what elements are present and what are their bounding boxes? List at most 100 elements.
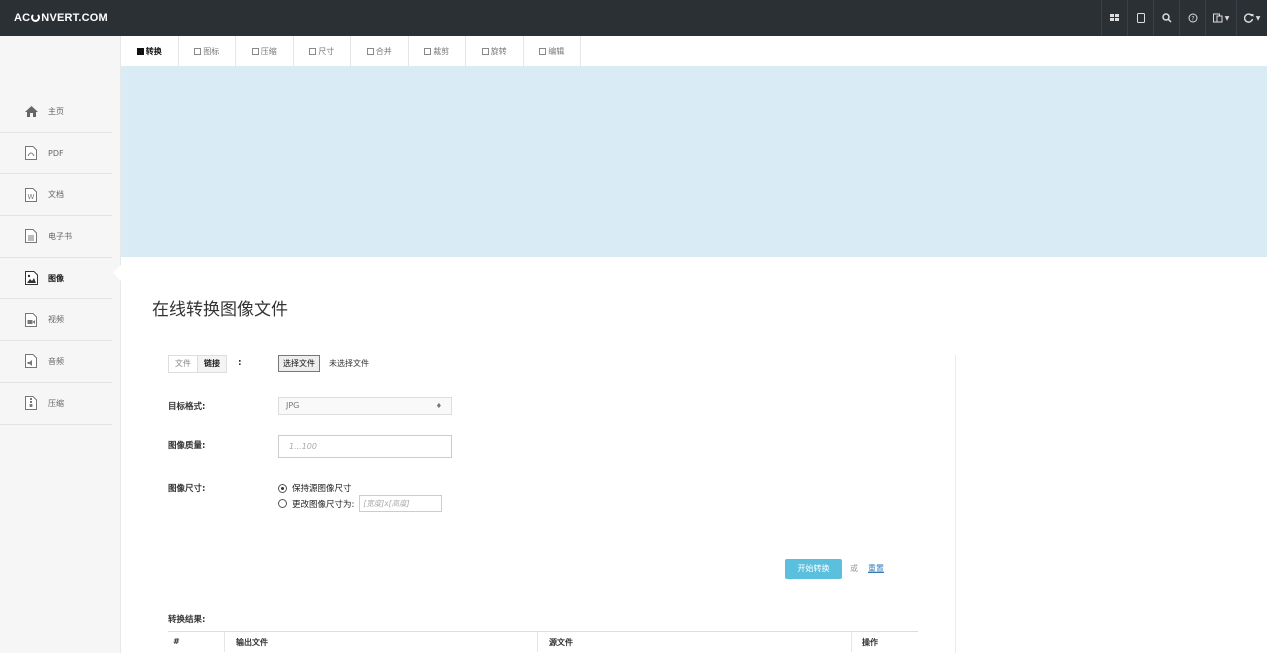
column-header-source: 源文件 bbox=[549, 638, 573, 647]
help-icon[interactable]: ? bbox=[1179, 0, 1205, 36]
reset-link[interactable]: 重置 bbox=[868, 563, 884, 574]
image-file-icon bbox=[24, 271, 38, 286]
sidebar-item-label: 主页 bbox=[48, 106, 64, 116]
tab-label: 尺寸 bbox=[318, 46, 335, 56]
quality-input[interactable]: 1...100 bbox=[278, 435, 452, 458]
svg-text:?: ? bbox=[1191, 16, 1194, 23]
page-title: 在线转换图像文件 bbox=[152, 300, 288, 320]
radio-icon bbox=[278, 499, 287, 508]
results-label: 转换结果: bbox=[168, 615, 206, 625]
column-header-index: # bbox=[173, 637, 180, 646]
checkbox-icon bbox=[481, 47, 489, 55]
radio-keep-size[interactable]: 保持源图像尺寸 bbox=[278, 482, 352, 494]
pdf-file-icon bbox=[24, 146, 38, 161]
source-toggle: 文件 链接 bbox=[168, 355, 227, 373]
home-icon bbox=[24, 104, 38, 118]
size-input[interactable]: [宽度]x[高度] bbox=[359, 495, 443, 512]
column-divider bbox=[224, 632, 225, 652]
sidebar-item-audio[interactable]: 音频 bbox=[0, 341, 112, 383]
main-content: 在线转换图像文件 文件 链接 : 选择文件 未选择文件 目标格式: JPG ♦ … bbox=[121, 257, 1267, 653]
checkbox-icon bbox=[424, 47, 432, 55]
size-label: 图像尺寸: bbox=[168, 484, 206, 494]
search-icon[interactable] bbox=[1153, 0, 1179, 36]
sidebar-item-label: 电子书 bbox=[48, 231, 72, 241]
column-header-actions: 操作 bbox=[862, 638, 878, 647]
checkbox-icon bbox=[539, 47, 547, 55]
tab-rotate[interactable]: 旋转 bbox=[466, 36, 524, 66]
logo-refresh-icon bbox=[31, 13, 41, 22]
tab-label: 转换 bbox=[145, 46, 162, 56]
sidebar-item-label: 视频 bbox=[48, 315, 64, 325]
sidebar-item-home[interactable]: 主页 bbox=[0, 91, 112, 133]
checkbox-icon bbox=[251, 47, 259, 55]
tab-convert[interactable]: 转换 bbox=[121, 36, 179, 66]
convert-form: 文件 链接 : 选择文件 未选择文件 目标格式: JPG ♦ 图像质量: 1..… bbox=[152, 355, 956, 653]
refresh-icon[interactable]: ▼ bbox=[1236, 0, 1267, 36]
tab-resize[interactable]: 尺寸 bbox=[294, 36, 351, 66]
choose-file-button[interactable]: 选择文件 bbox=[278, 355, 320, 372]
brand-prefix: AC bbox=[14, 12, 31, 24]
column-divider bbox=[851, 632, 852, 652]
sidebar-item-video[interactable]: 视频 bbox=[0, 299, 112, 342]
tab-label: 图标 bbox=[203, 46, 220, 56]
ebook-file-icon bbox=[24, 229, 38, 244]
word-file-icon: W bbox=[24, 187, 38, 202]
sidebar-item-archive[interactable]: 压缩 bbox=[0, 383, 112, 425]
source-tab-link[interactable]: 链接 bbox=[197, 356, 226, 372]
audio-file-icon bbox=[24, 354, 38, 369]
mobile-icon[interactable] bbox=[1127, 0, 1153, 36]
radio-change-label: 更改图像尺寸为: bbox=[292, 499, 355, 510]
radio-change-size[interactable]: 更改图像尺寸为: [宽度]x[高度] bbox=[278, 495, 443, 512]
quality-label: 图像质量: bbox=[168, 441, 206, 451]
svg-text:W: W bbox=[28, 193, 35, 201]
sidebar-item-ebook[interactable]: 电子书 bbox=[0, 216, 112, 258]
sidebar-item-label: PDF bbox=[48, 148, 64, 158]
sidebar-item-label: 音频 bbox=[48, 356, 64, 366]
tab-label: 合并 bbox=[375, 46, 392, 56]
target-format-select[interactable]: JPG ♦ bbox=[278, 397, 452, 415]
sidebar-item-label: 文档 bbox=[48, 190, 64, 200]
tab-merge[interactable]: 合并 bbox=[351, 36, 409, 66]
grid-icon[interactable] bbox=[1101, 0, 1127, 36]
video-file-icon bbox=[24, 312, 38, 327]
radio-icon bbox=[278, 483, 287, 493]
tab-compress[interactable]: 压缩 bbox=[236, 36, 294, 66]
column-divider bbox=[537, 632, 538, 652]
radio-keep-label: 保持源图像尺寸 bbox=[292, 484, 352, 494]
ad-banner bbox=[121, 66, 1267, 257]
column-header-output: 输出文件 bbox=[236, 638, 268, 647]
navbar-icons: ? ▼ ▼ bbox=[1101, 0, 1267, 36]
sidebar-item-pdf[interactable]: PDF bbox=[0, 133, 112, 175]
source-colon: : bbox=[238, 358, 242, 368]
checkbox-icon bbox=[366, 47, 374, 55]
checkbox-icon bbox=[194, 47, 202, 55]
tab-label: 编辑 bbox=[548, 46, 565, 56]
checkbox-icon bbox=[309, 47, 317, 55]
sidebar-item-label: 图像 bbox=[48, 273, 64, 283]
no-file-text: 未选择文件 bbox=[329, 359, 369, 368]
tool-tabs: 转换 图标 压缩 尺寸 合并 裁剪 旋转 编辑 bbox=[121, 36, 1267, 66]
tab-icon[interactable]: 图标 bbox=[179, 36, 236, 66]
start-convert-button[interactable]: 开始转换 bbox=[785, 559, 842, 579]
tab-label: 旋转 bbox=[490, 46, 507, 56]
checkbox-icon bbox=[136, 47, 144, 55]
or-text: 或 bbox=[850, 564, 858, 573]
results-table-header: # 输出文件 源文件 操作 bbox=[168, 631, 918, 652]
archive-file-icon bbox=[24, 396, 38, 411]
sidebar-item-document[interactable]: W 文档 bbox=[0, 174, 112, 217]
source-tab-file[interactable]: 文件 bbox=[169, 356, 197, 372]
target-format-value: JPG bbox=[286, 401, 300, 410]
tab-label: 裁剪 bbox=[433, 46, 450, 56]
sidebar-item-label: 压缩 bbox=[48, 398, 64, 408]
sidebar: 主页 PDF W 文档 电子书 图像 视频 音频 压缩 bbox=[0, 36, 122, 653]
sidebar-nav: 主页 PDF W 文档 电子书 图像 视频 音频 压缩 bbox=[0, 91, 112, 425]
sidebar-item-image[interactable]: 图像 bbox=[0, 258, 112, 300]
brand-logo[interactable]: AC NVERT.COM bbox=[14, 0, 108, 36]
tab-label: 压缩 bbox=[260, 46, 277, 56]
tab-crop[interactable]: 裁剪 bbox=[409, 36, 466, 66]
select-arrow-icon: ♦ bbox=[435, 402, 442, 410]
top-navbar: AC NVERT.COM ? ▼ ▼ bbox=[0, 0, 1267, 36]
tab-edit[interactable]: 编辑 bbox=[524, 36, 581, 66]
brand-suffix: NVERT.COM bbox=[41, 12, 108, 24]
language-icon[interactable]: ▼ bbox=[1205, 0, 1236, 36]
